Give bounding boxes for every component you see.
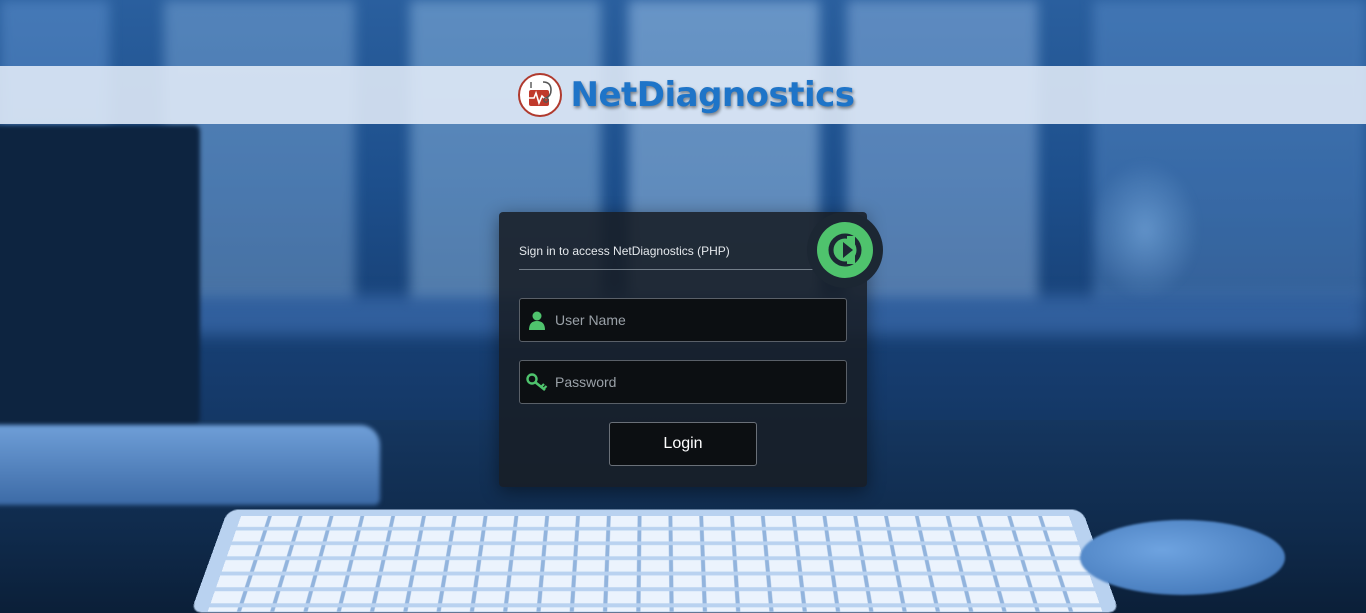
stethoscope-heartbeat-logo-icon [518,73,563,117]
password-input[interactable] [554,361,846,403]
key-icon [520,361,554,403]
login-badge [807,212,883,288]
user-icon [520,299,554,341]
password-field [519,360,847,404]
brand-name: NetDiagnostics [570,75,855,115]
header-banner: NetDiagnostics [0,66,1366,124]
login-button[interactable]: Login [609,422,757,466]
brand: NetDiagnostics [518,73,855,117]
login-arrow-icon [817,222,873,278]
username-input[interactable] [554,299,846,341]
divider [519,269,819,270]
username-field [519,298,847,342]
login-panel: Sign in to access NetDiagnostics (PHP) U… [499,212,883,487]
login-title: Sign in to access NetDiagnostics (PHP) [519,244,730,258]
